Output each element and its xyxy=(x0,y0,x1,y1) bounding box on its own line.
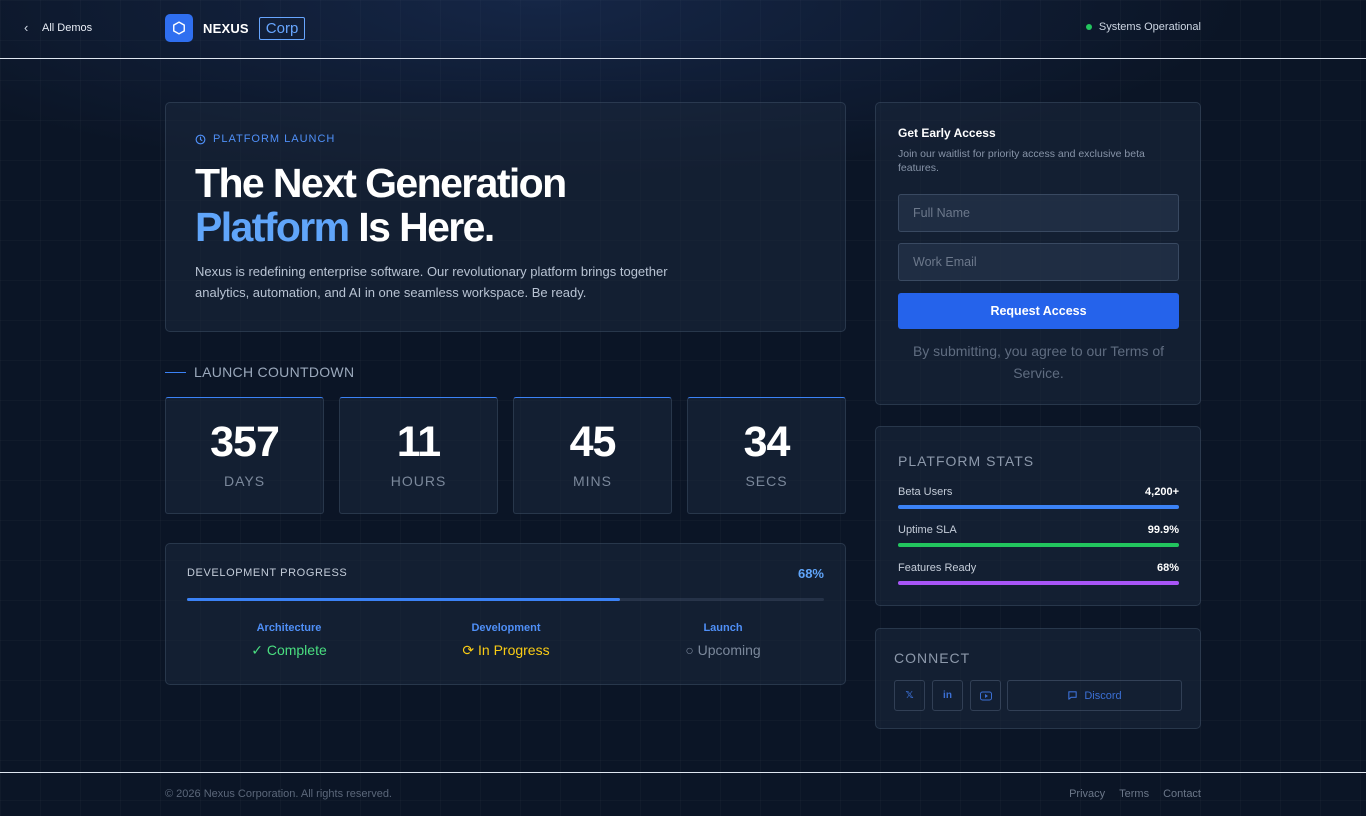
stat-value: 68% xyxy=(1156,562,1179,574)
stat-value: 99.9% xyxy=(1147,524,1179,536)
countdown-heading: LAUNCH COUNTDOWN xyxy=(165,364,354,380)
brand-name: NEXUS xyxy=(203,20,249,36)
discord-button[interactable]: Discord xyxy=(1007,680,1182,711)
clock-icon xyxy=(195,134,206,144)
countdown-unit: MINS xyxy=(573,473,612,489)
stat-bar xyxy=(898,543,1179,547)
hero-title-highlight: Platform xyxy=(195,204,350,250)
phase-launch: Launch ○ Upcoming xyxy=(623,622,823,658)
connect-title: CONNECT xyxy=(894,650,971,666)
hero-description: Nexus is redefining enterprise software.… xyxy=(195,264,668,300)
status-dot-icon xyxy=(1085,24,1092,30)
countdown-secs: 34 SECS xyxy=(687,397,846,514)
stat-features-ready: Features Ready 68% xyxy=(898,562,1179,585)
countdown-value: 45 xyxy=(569,418,617,466)
terms-link[interactable]: Terms xyxy=(1119,788,1149,800)
countdown-value: 11 xyxy=(396,418,441,466)
terms-note: By submitting, you agree to our Terms of… xyxy=(912,343,1165,381)
phase-name: Development xyxy=(471,622,541,634)
chat-bubble-icon xyxy=(1068,691,1078,700)
linkedin-glyph: in xyxy=(943,690,952,701)
early-access-subtitle: Join our waitlist for priority access an… xyxy=(898,148,1145,174)
stat-label: Features Ready xyxy=(898,562,977,574)
system-status: Systems Operational xyxy=(1085,21,1201,33)
stat-bar xyxy=(898,505,1179,509)
x-icon[interactable]: 𝕏 xyxy=(894,680,925,711)
hexagon-logo-icon xyxy=(165,14,193,42)
stat-fill xyxy=(898,505,1179,509)
request-access-button[interactable]: Request Access xyxy=(898,293,1179,329)
footer-links: Privacy Terms Contact xyxy=(1069,788,1201,800)
stat-fill xyxy=(898,543,1179,547)
copyright: © 2026 Nexus Corporation. All rights res… xyxy=(165,788,392,800)
phase-architecture: Architecture ✓ Complete xyxy=(189,622,389,659)
countdown-hours: 11 HOURS xyxy=(339,397,498,514)
development-progress-card: DEVELOPMENT PROGRESS 68% Architecture ✓ … xyxy=(165,543,846,685)
brand[interactable]: NEXUS Corp xyxy=(165,14,306,42)
all-demos-link[interactable]: ‹ All Demos xyxy=(24,20,92,35)
accent-line xyxy=(165,371,186,373)
stat-beta-users: Beta Users 4,200+ xyxy=(898,486,1179,509)
hero-title-rest: Is Here. xyxy=(348,204,495,250)
early-access-card: Get Early Access Join our waitlist for p… xyxy=(875,102,1201,405)
full-name-input[interactable] xyxy=(898,194,1179,232)
discord-label: Discord xyxy=(1084,689,1122,702)
stat-label: Uptime SLA xyxy=(898,524,957,536)
all-demos-label: All Demos xyxy=(42,21,93,34)
hero-eyebrow: PLATFORM LAUNCH xyxy=(195,133,335,145)
progress-track xyxy=(187,598,824,601)
phase-development: Development ⟳ In Progress xyxy=(406,622,606,659)
early-access-title: Get Early Access xyxy=(898,126,996,140)
countdown-value: 357 xyxy=(210,418,280,466)
progress-percent: 68% xyxy=(797,566,824,581)
work-email-input[interactable] xyxy=(898,243,1179,281)
eyebrow-label: PLATFORM LAUNCH xyxy=(213,133,336,145)
hero-card: PLATFORM LAUNCH The Next Generation Plat… xyxy=(165,102,846,332)
countdown-label: LAUNCH COUNTDOWN xyxy=(194,364,355,380)
stat-label: Beta Users xyxy=(898,486,953,498)
stat-fill xyxy=(898,581,1179,585)
hero-title: The Next Generation Platform Is Here. xyxy=(195,160,567,250)
status-text: Systems Operational xyxy=(1098,21,1201,33)
countdown-days: 357 DAYS xyxy=(165,397,324,514)
phase-name: Architecture xyxy=(256,622,322,634)
progress-fill xyxy=(187,598,621,601)
phase-status: ○ Upcoming xyxy=(685,642,761,658)
countdown-unit: SECS xyxy=(745,473,788,489)
brand-tag: Corp xyxy=(258,16,306,40)
countdown-unit: HOURS xyxy=(390,473,447,489)
top-navbar: ‹ All Demos NEXUS Corp Systems Operation… xyxy=(0,0,1366,59)
phase-status: ✓ Complete xyxy=(251,642,327,658)
linkedin-icon[interactable]: in xyxy=(932,680,963,711)
phase-name: Launch xyxy=(703,622,743,634)
footer: © 2026 Nexus Corporation. All rights res… xyxy=(0,772,1366,816)
platform-stats-card: PLATFORM STATS Beta Users 4,200+ Uptime … xyxy=(875,426,1201,606)
chevron-left-icon: ‹ xyxy=(24,20,29,35)
countdown-mins: 45 MINS xyxy=(513,397,672,514)
countdown-unit: DAYS xyxy=(223,473,266,489)
hero-title-line1: The Next Generation xyxy=(195,160,567,206)
x-glyph: 𝕏 xyxy=(905,690,914,701)
stat-value: 4,200+ xyxy=(1145,486,1179,498)
connect-card: CONNECT 𝕏 in Discord xyxy=(875,628,1201,729)
phase-status: ⟳ In Progress xyxy=(462,642,550,658)
stat-bar xyxy=(898,581,1179,585)
stat-uptime-sla: Uptime SLA 99.9% xyxy=(898,524,1179,547)
progress-title: DEVELOPMENT PROGRESS xyxy=(187,567,348,579)
youtube-icon[interactable] xyxy=(970,680,1001,711)
countdown-value: 34 xyxy=(743,418,791,466)
privacy-link[interactable]: Privacy xyxy=(1069,788,1105,800)
contact-link[interactable]: Contact xyxy=(1163,788,1201,800)
stats-title: PLATFORM STATS xyxy=(898,453,1035,469)
